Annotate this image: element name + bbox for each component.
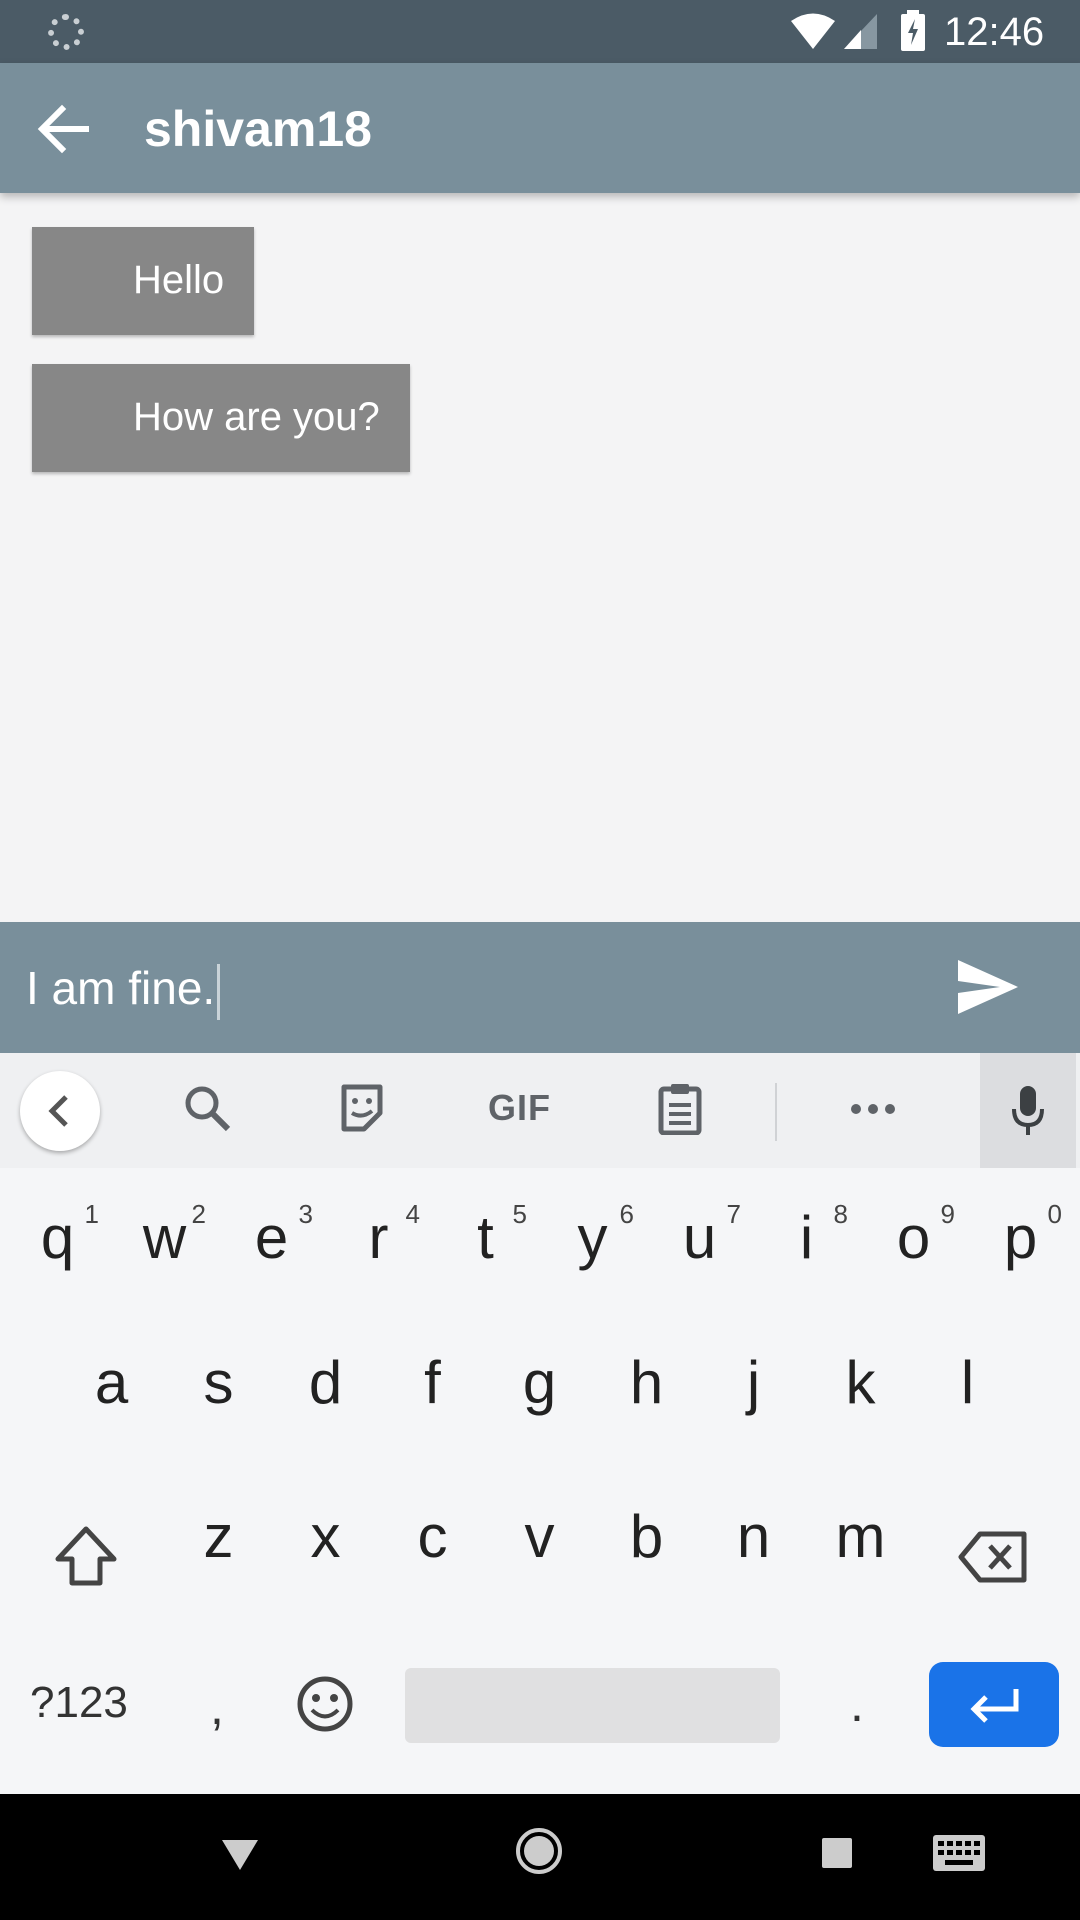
key-label: a xyxy=(94,1349,129,1416)
key-x[interactable]: x xyxy=(272,1502,379,1572)
text-caret xyxy=(217,963,221,1020)
key-g[interactable]: g xyxy=(486,1348,593,1418)
key-label: c xyxy=(417,1503,448,1570)
key-hint: 9 xyxy=(940,1199,955,1229)
key-q[interactable]: 1q xyxy=(4,1195,111,1273)
sticker-icon[interactable] xyxy=(338,1083,386,1133)
key-m[interactable]: m xyxy=(807,1502,914,1572)
key-label: l xyxy=(960,1349,975,1416)
key-y[interactable]: 6y xyxy=(539,1195,646,1273)
key-v[interactable]: v xyxy=(486,1502,593,1572)
emoji-icon[interactable] xyxy=(296,1675,354,1733)
mic-button[interactable] xyxy=(980,1053,1076,1168)
key-w[interactable]: 2w xyxy=(111,1195,218,1273)
signal-icon xyxy=(844,14,877,49)
more-icon[interactable] xyxy=(850,1103,896,1115)
wifi-icon xyxy=(791,13,835,49)
shift-icon[interactable] xyxy=(54,1525,118,1587)
app-bar: shivam18 xyxy=(0,63,1080,193)
key-label: s xyxy=(203,1349,234,1416)
key-label: d xyxy=(308,1349,343,1416)
key-u[interactable]: 7u xyxy=(646,1195,753,1273)
key-label: m xyxy=(835,1503,886,1570)
message-bubble: Hello xyxy=(32,227,255,335)
key-f[interactable]: f xyxy=(379,1348,486,1418)
key-label: j xyxy=(746,1349,761,1416)
key-hint: 2 xyxy=(191,1199,206,1229)
key-h[interactable]: h xyxy=(593,1348,700,1418)
key-z[interactable]: z xyxy=(165,1502,272,1572)
chevron-left-icon xyxy=(48,1095,68,1127)
symbols-key[interactable]: ?123 xyxy=(30,1678,128,1728)
key-hint: 8 xyxy=(833,1199,848,1229)
chat-title: shivam18 xyxy=(144,101,372,157)
clipboard-icon[interactable] xyxy=(658,1083,702,1135)
message-list: Hello How are you? xyxy=(0,193,1080,922)
message-input-text: I am fine. xyxy=(26,962,216,1014)
key-l[interactable]: l xyxy=(914,1348,1021,1418)
key-r[interactable]: 4r xyxy=(325,1195,432,1273)
key-label: b xyxy=(629,1503,664,1570)
message-input[interactable]: I am fine. xyxy=(26,958,221,1020)
key-i[interactable]: 8i xyxy=(753,1195,860,1273)
key-e[interactable]: 3e xyxy=(218,1195,325,1273)
battery-charging-icon xyxy=(901,10,925,51)
key-a[interactable]: a xyxy=(58,1348,165,1418)
enter-icon xyxy=(970,1689,1019,1723)
key-label: x xyxy=(310,1503,341,1570)
key-k[interactable]: k xyxy=(807,1348,914,1418)
key-label: z xyxy=(203,1503,234,1570)
key-label: f xyxy=(424,1349,441,1416)
key-p[interactable]: 0p xyxy=(967,1195,1074,1273)
key-hint: 4 xyxy=(405,1199,420,1229)
key-s[interactable]: s xyxy=(165,1348,272,1418)
key-d[interactable]: d xyxy=(272,1348,379,1418)
keyboard-switch-icon[interactable] xyxy=(932,1834,986,1872)
home-nav-icon[interactable] xyxy=(514,1826,564,1876)
key-hint: 5 xyxy=(512,1199,527,1229)
key-label: n xyxy=(736,1503,771,1570)
key-j[interactable]: j xyxy=(700,1348,807,1418)
send-icon[interactable] xyxy=(956,958,1020,1016)
key-o[interactable]: 9o xyxy=(860,1195,967,1273)
key-hint: 0 xyxy=(1047,1199,1062,1229)
mic-icon xyxy=(1012,1086,1044,1135)
navigation-bar xyxy=(0,1794,1080,1920)
key-hint: 3 xyxy=(298,1199,313,1229)
enter-button[interactable] xyxy=(929,1662,1059,1747)
key-label: g xyxy=(522,1349,557,1416)
keyboard-collapse-button[interactable] xyxy=(20,1071,100,1151)
key-label: h xyxy=(629,1349,664,1416)
space-bar[interactable] xyxy=(405,1668,780,1743)
status-time: 12:46 xyxy=(944,10,1045,54)
key-t[interactable]: 5t xyxy=(432,1195,539,1273)
back-arrow-icon[interactable] xyxy=(36,101,96,157)
message-composer: I am fine. xyxy=(0,922,1080,1053)
key-label: v xyxy=(524,1503,555,1570)
back-nav-icon[interactable] xyxy=(220,1838,260,1872)
message-bubble: How are you? xyxy=(32,364,410,472)
keyboard-toolbar: GIF xyxy=(0,1053,1080,1168)
search-icon[interactable] xyxy=(182,1083,232,1133)
gif-button[interactable]: GIF xyxy=(488,1087,551,1129)
key-b[interactable]: b xyxy=(593,1502,700,1572)
backspace-icon[interactable] xyxy=(958,1531,1028,1583)
key-hint: 1 xyxy=(84,1199,99,1229)
toolbar-separator xyxy=(775,1083,777,1141)
key-c[interactable]: c xyxy=(379,1502,486,1572)
key-n[interactable]: n xyxy=(700,1502,807,1572)
recents-nav-icon[interactable] xyxy=(820,1836,854,1870)
key-label: k xyxy=(845,1349,876,1416)
comma-key[interactable]: , xyxy=(210,1678,224,1736)
key-hint: 6 xyxy=(619,1199,634,1229)
status-bar: 12:46 xyxy=(0,0,1080,63)
sync-icon xyxy=(48,14,84,50)
key-hint: 7 xyxy=(726,1199,741,1229)
keyboard: GIF 1q 2w 3e 4r 5t 6y 7u 8i 9o 0p a s d … xyxy=(0,1053,1080,1794)
period-key[interactable]: . xyxy=(850,1675,864,1733)
